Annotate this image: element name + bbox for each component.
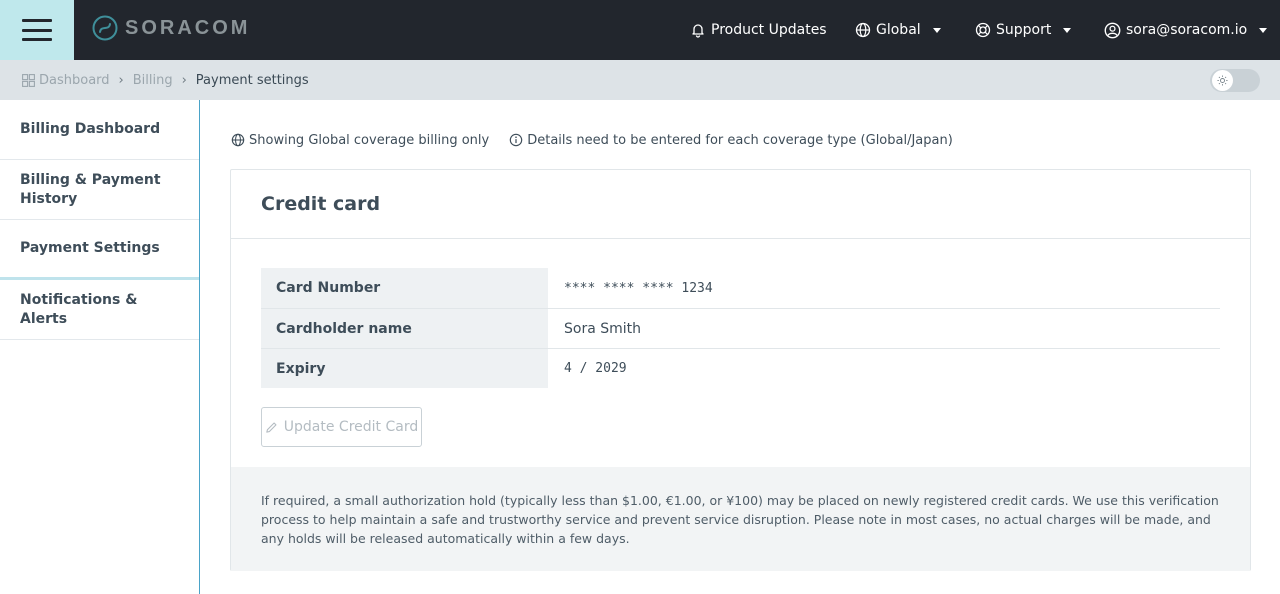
coverage-note: Showing Global coverage billing only [231, 133, 489, 148]
billing-sidebar: Billing Dashboard Billing & Payment Hist… [0, 100, 200, 594]
detail-row-expiry: Expiry 4 / 2029 [261, 348, 1220, 388]
sidebar-item-notifications-alerts[interactable]: Notifications & Alerts [0, 280, 199, 340]
credit-card-panel: Credit card Card Number **** **** **** 1… [230, 169, 1251, 571]
region-label: Global [876, 22, 921, 38]
card-number-value: **** **** **** 1234 [564, 280, 713, 296]
breadcrumb-billing[interactable]: Billing [133, 73, 173, 88]
sidebar-item-billing-dashboard[interactable]: Billing Dashboard [0, 100, 199, 160]
sidebar-item-label: Billing & Payment History [20, 171, 161, 207]
cardholder-name-value: Sora Smith [564, 320, 642, 337]
detail-label: Card Number [261, 268, 548, 308]
expiry-value: 4 / 2029 [564, 361, 627, 376]
credit-card-panel-header: Credit card [231, 170, 1250, 239]
product-updates-link[interactable]: Product Updates [690, 0, 827, 60]
account-dropdown[interactable]: sora@soracom.io [1104, 0, 1268, 60]
hamburger-menu-button[interactable] [0, 0, 74, 60]
chevron-down-icon [1063, 27, 1072, 33]
globe-icon [231, 133, 245, 147]
support-label: Support [996, 22, 1052, 38]
sidebar-item-label: Billing Dashboard [20, 121, 161, 137]
panel-title: Credit card [261, 193, 381, 215]
detail-row-card-number: Card Number **** **** **** 1234 [261, 268, 1220, 308]
support-dropdown[interactable]: Support [975, 0, 1072, 60]
details-note-text: Details need to be entered for each cove… [527, 132, 953, 148]
soracom-logo-icon [92, 15, 118, 41]
dashboard-icon [22, 73, 35, 87]
credit-card-details: Card Number **** **** **** 1234 Cardhold… [261, 268, 1220, 388]
coverage-note-text: Showing Global coverage billing only [249, 132, 490, 148]
sidebar-item-billing-payment-history[interactable]: Billing & Payment History [0, 160, 199, 220]
coverage-info-row: Showing Global coverage billing only Det… [231, 130, 953, 150]
chevron-down-icon [932, 27, 941, 33]
info-icon [509, 133, 523, 147]
brand-name: SORACOM [125, 16, 251, 39]
detail-row-cardholder-name: Cardholder name Sora Smith [261, 308, 1220, 348]
theme-toggle[interactable] [1210, 69, 1260, 92]
detail-label: Expiry [261, 349, 548, 388]
breadcrumb: Dashboard › Billing › Payment settings [22, 60, 309, 100]
soracom-logo[interactable]: SORACOM [92, 15, 250, 41]
update-credit-card-button[interactable]: Update Credit Card [261, 407, 422, 447]
bell-icon [692, 24, 704, 38]
account-email: sora@soracom.io [1126, 22, 1248, 38]
user-icon [1104, 22, 1121, 38]
pencil-icon [266, 421, 277, 433]
details-note: Details need to be entered for each cove… [509, 133, 953, 148]
chevron-right-icon: › [118, 72, 124, 88]
sidebar-item-payment-settings[interactable]: Payment Settings [0, 220, 199, 280]
globe-icon [855, 22, 871, 38]
top-navigation-bar: SORACOM Product Updates Global Support s… [0, 0, 1280, 60]
breadcrumb-payment-settings: Payment settings [195, 72, 309, 88]
breadcrumb-dashboard[interactable]: Dashboard [39, 73, 110, 88]
hamburger-icon [22, 19, 52, 41]
chevron-right-icon: › [181, 72, 187, 88]
sidebar-item-label: Payment Settings [20, 240, 160, 256]
detail-label: Cardholder name [261, 309, 548, 348]
chevron-down-icon [1259, 27, 1268, 33]
product-updates-label: Product Updates [711, 22, 827, 38]
authorization-hold-notice: If required, a small authorization hold … [231, 467, 1250, 571]
region-dropdown[interactable]: Global [855, 0, 941, 60]
breadcrumb-bar: Dashboard › Billing › Payment settings [0, 60, 1280, 100]
toggle-knob [1212, 70, 1233, 91]
lifebuoy-icon [975, 22, 991, 38]
sun-icon [1217, 75, 1228, 86]
sidebar-item-label: Notifications & Alerts [20, 291, 138, 327]
update-credit-card-label: Update Credit Card [283, 419, 419, 435]
